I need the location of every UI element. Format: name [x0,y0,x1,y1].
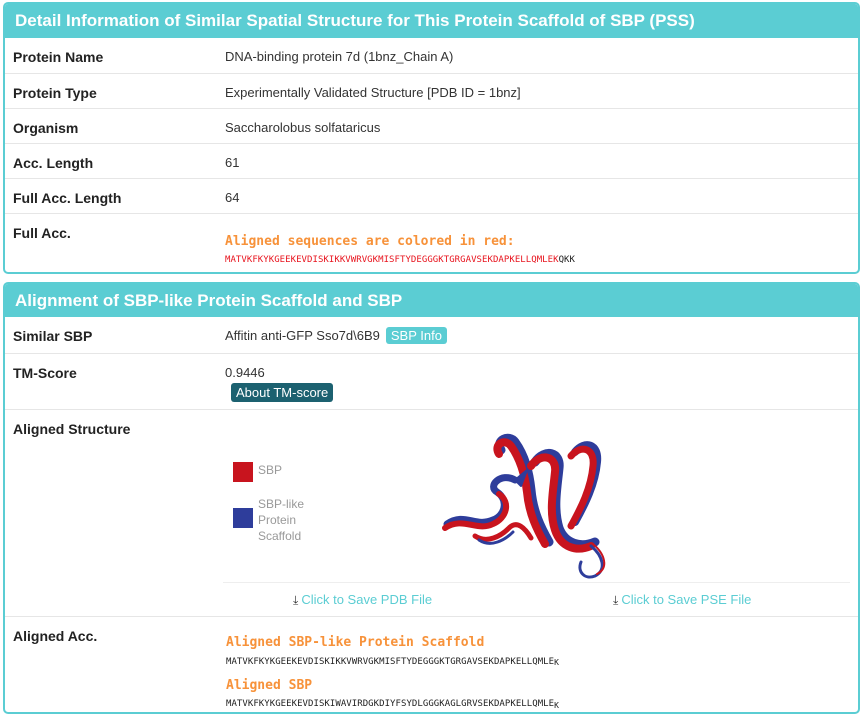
alignment-panel: Alignment of SBP-like Protein Scaffold a… [3,282,860,714]
legend-label-sbp: SBP [258,463,283,477]
row-full-acc-length: Full Acc. Length 64 [5,178,858,213]
unaligned-sequence-tail: QKK [558,255,575,265]
protein-structure-image[interactable] [435,432,615,582]
row-protein-type: Protein Type Experimentally Validated St… [5,73,858,108]
row-value: 64 [225,190,240,205]
scaffold-seq: MATVKFKYKGEEKEVDISKIKKVWRVGKMISFTYDEGGGK… [226,657,555,667]
download-icon: ⤓ [293,593,299,607]
about-tm-score-button[interactable]: About TM-score [231,383,334,402]
row-value: Saccharolobus solfataricus [225,120,381,135]
full-acc-sequence: MATVKFKYKGEEKEVDISKIKKVWRVGKMISFTYDEGGGK… [225,255,575,265]
legend-swatch-sbp [233,462,253,482]
legend-swatch-scaffold [233,508,253,528]
panel-title: Detail Information of Similar Spatial St… [5,4,858,38]
aligned-sbp-sequence: MATVKFKYKGEEKEVDISKIWAVIRDGKDIYFSYDLGGGK… [226,699,559,710]
row-label: Similar SBP [13,328,93,344]
row-full-acc: Full Acc. Aligned sequences are colored … [5,213,858,272]
sbp-info-button[interactable]: SBP Info [385,327,447,344]
row-label: Aligned Structure [13,421,131,437]
scaffold-seq-tail: K [554,658,559,667]
structure-divider [223,582,850,583]
row-acc-length: Acc. Length 61 [5,143,858,178]
row-aligned-structure: Aligned Structure SBP SBP-like Protein S… [5,409,858,616]
sbp-seq-tail: K [554,701,559,710]
similar-sbp-value: Affitin anti-GFP Sso7d\6B9 SBP Info [225,327,447,344]
row-organism: Organism Saccharolobus solfataricus [5,108,858,143]
save-pse-link[interactable]: ⤓ Click to Save PSE File [613,592,751,608]
save-pdb-link[interactable]: ⤓ Click to Save PDB File [293,592,432,608]
row-label: Protein Name [13,49,104,65]
row-similar-sbp: Similar SBP Affitin anti-GFP Sso7d\6B9 SB… [5,317,858,353]
row-label: Aligned Acc. [13,628,98,644]
save-pdb-label: Click to Save PDB File [301,592,433,607]
tm-score-value: 0.9446 [225,365,265,380]
row-label: TM-Score [13,365,77,381]
detail-information-panel: Detail Information of Similar Spatial St… [3,2,860,274]
save-pse-label: Click to Save PSE File [621,592,752,607]
row-tm-score: TM-Score 0.9446 About TM-score [5,353,858,409]
aligned-scaffold-sequence: MATVKFKYKGEEKEVDISKIKKVWRVGKMISFTYDEGGGK… [226,657,559,667]
row-label: Organism [13,120,79,136]
legend-label-scaffold: SBP-like Protein Scaffold [258,497,305,543]
row-value: 61 [225,155,240,170]
row-value: Experimentally Validated Structure [PDB … [225,85,521,100]
aligned-note: Aligned sequences are colored in red: [225,234,515,249]
download-icon: ⤓ [613,593,619,607]
aligned-scaffold-title: Aligned SBP-like Protein Scaffold [226,635,485,650]
row-label: Full Acc. [13,225,71,241]
panel-title: Alignment of SBP-like Protein Scaffold a… [5,284,858,317]
row-label: Full Acc. Length [13,190,122,206]
row-value: DNA-binding protein 7d (1bnz_Chain A) [225,49,454,64]
row-aligned-acc: Aligned Acc. Aligned SBP-like Protein Sc… [5,616,858,712]
row-label: Acc. Length [13,155,94,171]
similar-sbp-name: Affitin anti-GFP Sso7d\6B9 [225,328,380,343]
row-label: Protein Type [13,85,97,101]
row-protein-name: Protein Name DNA-binding protein 7d (1bn… [5,38,858,73]
aligned-sequence-red: MATVKFKYKGEEKEVDISKIKKVWRVGKMISFTYDEGGGK… [225,255,559,265]
sbp-seq: MATVKFKYKGEEKEVDISKIWAVIRDGKDIYFSYDLGGGK… [226,699,555,709]
aligned-sbp-title: Aligned SBP [226,678,313,693]
